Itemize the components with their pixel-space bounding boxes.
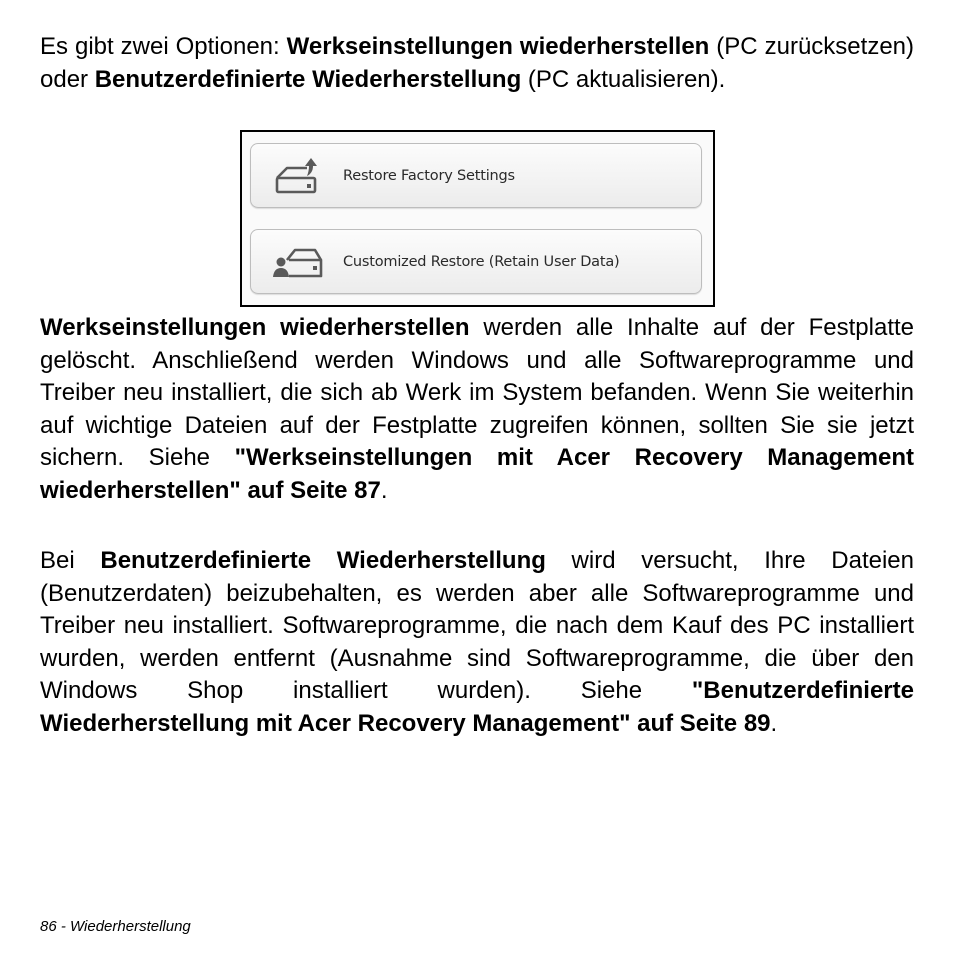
custom-restore-paragraph: Bei Benutzerdefinierte Wiederherstellung… bbox=[40, 545, 914, 740]
intro-text: (PC aktualisieren). bbox=[521, 65, 726, 93]
factory-reset-term: Werkseinstellungen wiederherstellen bbox=[286, 33, 710, 60]
recovery-options-screenshot: Restore Factory Settings Customized Rest… bbox=[240, 130, 715, 307]
restore-factory-settings-button[interactable]: Restore Factory Settings bbox=[250, 143, 702, 208]
custom-restore-term: Benutzerdefinierte Wiederherstellung bbox=[100, 547, 546, 574]
restore-factory-settings-label: Restore Factory Settings bbox=[343, 167, 515, 184]
custom-restore-term: Benutzerdefinierte Wiederherstellung bbox=[94, 65, 522, 93]
customized-restore-button[interactable]: Customized Restore (Retain User Data) bbox=[250, 229, 702, 294]
custom-restore-text: Bei bbox=[40, 547, 101, 574]
intro-paragraph: Es gibt zwei Optionen: Werkseinstellunge… bbox=[40, 31, 914, 96]
factory-reset-term: Werkseinstellungen wiederherstellen bbox=[40, 314, 470, 341]
drive-user-icon bbox=[273, 248, 323, 277]
punctuation: . bbox=[770, 709, 778, 737]
drive-upload-icon bbox=[275, 157, 317, 193]
page-footer: 86 - Wiederherstellung bbox=[40, 918, 191, 935]
punctuation: . bbox=[380, 476, 388, 504]
intro-text: Es gibt zwei Optionen: bbox=[40, 33, 287, 60]
customized-restore-label: Customized Restore (Retain User Data) bbox=[343, 253, 620, 270]
factory-reset-paragraph: Werkseinstellungen wiederherstellen werd… bbox=[40, 312, 914, 507]
